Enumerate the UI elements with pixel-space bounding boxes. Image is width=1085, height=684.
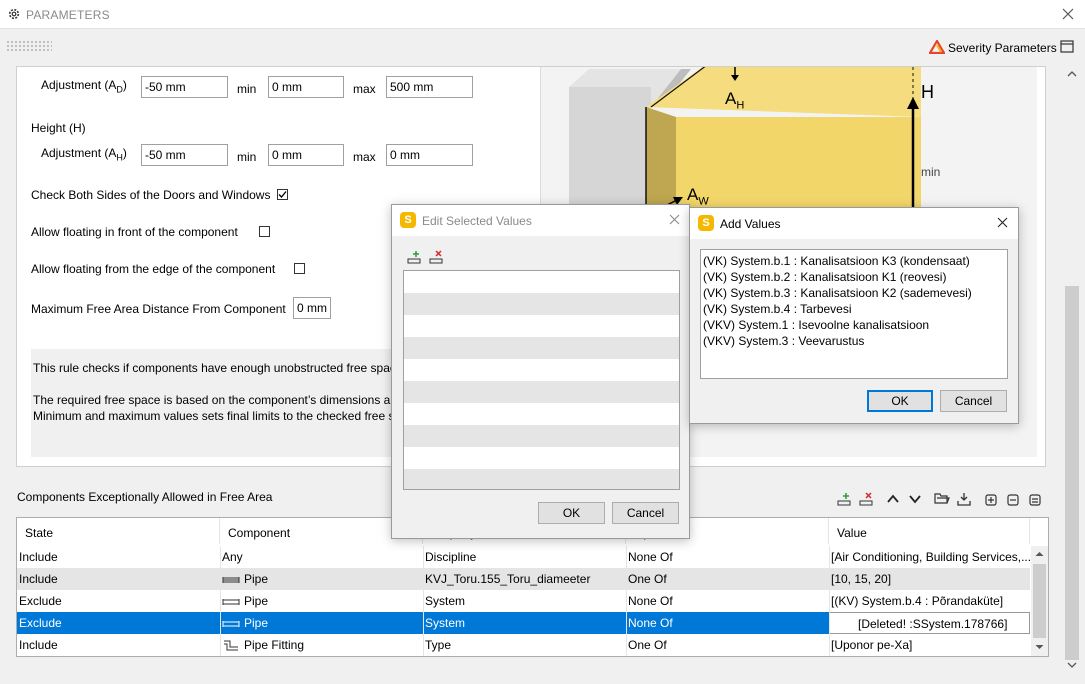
diagram-label-aw: AW [687, 185, 709, 208]
diagram-drawing [569, 67, 921, 227]
move-down-icon[interactable] [906, 492, 924, 508]
scroll-up-icon[interactable] [1067, 71, 1077, 77]
severity-parameters-link[interactable]: Severity Parameters [948, 41, 1057, 55]
close-icon[interactable] [669, 214, 680, 225]
remove-value-icon[interactable] [429, 250, 445, 264]
adjustment-d-input[interactable]: -50 mm [141, 76, 228, 98]
clear-group-icon[interactable] [1026, 492, 1044, 508]
severity-icon [929, 40, 945, 54]
max-label: max [353, 82, 376, 96]
table-row[interactable]: Include Pipe Fitting Type One Of [Uponor… [17, 634, 1030, 656]
edit-selected-values-dialog: S Edit Selected Values OK Cancel [391, 204, 690, 539]
drag-grip[interactable] [6, 40, 52, 52]
column-header-state[interactable]: State [17, 518, 220, 544]
list-item[interactable]: (VKV) System.1 : Isevoolne kanalisatsioo… [703, 317, 1005, 333]
pipe-icon [222, 598, 240, 605]
max-free-area-input[interactable]: 0 mm [293, 297, 331, 319]
close-icon[interactable] [997, 217, 1008, 228]
move-up-icon[interactable] [884, 492, 902, 508]
add-row-icon[interactable] [836, 492, 854, 508]
min-label: min [237, 82, 257, 96]
check-both-sides-checkbox[interactable] [277, 189, 288, 200]
main-scrollbar[interactable] [1063, 66, 1081, 668]
open-folder-icon[interactable] [933, 492, 951, 508]
cancel-button[interactable]: Cancel [940, 390, 1007, 412]
table-row[interactable]: Include Any Discipline None Of [Air Cond… [17, 546, 1030, 568]
allow-floating-front-checkbox[interactable] [259, 226, 270, 237]
list-item[interactable]: (VK) System.b.4 : Tarbevesi [703, 301, 1005, 317]
scroll-down-icon[interactable] [1067, 662, 1077, 668]
window-title: PARAMETERS [26, 8, 110, 22]
main-scrollbar-thumb[interactable] [1065, 286, 1079, 660]
column-header-value[interactable]: Value [829, 518, 1030, 544]
min-label: min [237, 150, 257, 164]
title-bar: PARAMETERS [0, 0, 1085, 29]
diagram-label-ah: AH [725, 89, 745, 112]
dialog-body: (VK) System.b.1 : Kanalisatsioon K3 (kon… [690, 239, 1018, 423]
table-row-selected[interactable]: Exclude Pipe System None Of [Deleted! :S… [17, 612, 1030, 634]
add-group-icon[interactable] [982, 492, 1000, 508]
diagram-label-h: H [921, 82, 934, 102]
available-values-list[interactable]: (VK) System.b.1 : Kanalisatsioon K3 (kon… [700, 249, 1008, 379]
allow-floating-edge-checkbox[interactable] [294, 263, 305, 274]
cancel-button[interactable]: Cancel [612, 502, 679, 524]
allow-floating-front-label: Allow floating in front of the component [31, 225, 238, 239]
table-scrollbar[interactable] [1031, 546, 1048, 656]
max-label: max [353, 150, 376, 164]
selected-values-list[interactable] [403, 270, 680, 490]
adjustment-d-max-input[interactable]: 500 mm [386, 76, 473, 98]
pipe-fitting-icon [224, 640, 238, 651]
adjustment-d-label: Adjustment (AD) [41, 78, 127, 95]
download-icon[interactable] [955, 492, 973, 508]
allow-floating-edge-label: Allow floating from the edge of the comp… [31, 262, 276, 276]
table-scrollbar-thumb[interactable] [1033, 564, 1046, 638]
dialog-body: OK Cancel [392, 236, 689, 538]
adjustment-h-input[interactable]: -50 mm [141, 144, 228, 166]
app-logo-icon: S [400, 212, 416, 228]
ok-button[interactable]: OK [867, 390, 933, 412]
list-item[interactable]: (VK) System.b.2 : Kanalisatsioon K1 (reo… [703, 269, 1005, 285]
scroll-down-icon[interactable] [1035, 644, 1044, 650]
dialog-header: S Add Values [690, 208, 1018, 238]
check-both-sides-label: Check Both Sides of the Doors and Window… [31, 188, 271, 202]
pipe-icon [222, 620, 240, 627]
diagram-label-min: min [921, 165, 941, 179]
close-icon[interactable] [1062, 8, 1074, 20]
adjustment-h-max-input[interactable]: 0 mm [386, 144, 473, 166]
dialog-header: S Edit Selected Values [392, 205, 689, 235]
value-editor-cell[interactable]: [Deleted! :SSystem.178766] [829, 612, 1030, 634]
list-item[interactable]: (VK) System.b.3 : Kanalisatsioon K2 (sad… [703, 285, 1005, 301]
add-value-icon[interactable] [407, 250, 423, 264]
ok-button[interactable]: OK [538, 502, 605, 524]
height-label: Height (H) [31, 121, 86, 135]
pipe-icon [222, 576, 240, 583]
panel-toggle-icon[interactable] [1060, 40, 1074, 53]
app-logo-icon: S [698, 215, 714, 231]
gear-icon [8, 8, 20, 20]
remove-group-icon[interactable] [1004, 492, 1022, 508]
remove-row-icon[interactable] [858, 492, 876, 508]
scroll-up-icon[interactable] [1035, 551, 1044, 557]
adjustment-h-label: Adjustment (AH) [41, 146, 127, 163]
max-free-area-label: Maximum Free Area Distance From Componen… [31, 302, 286, 316]
dialog-title: Add Values [720, 217, 781, 231]
dialog-title: Edit Selected Values [422, 214, 532, 228]
list-item[interactable]: (VK) System.b.1 : Kanalisatsioon K3 (kon… [703, 253, 1005, 269]
add-values-dialog: S Add Values (VK) System.b.1 : Kanalisat… [689, 207, 1019, 424]
adjustment-h-min-input[interactable]: 0 mm [268, 144, 344, 166]
list-item[interactable]: (VKV) System.3 : Veevarustus [703, 333, 1005, 349]
adjustment-d-min-input[interactable]: 0 mm [268, 76, 344, 98]
check-icon [278, 191, 287, 198]
table-row[interactable]: Exclude Pipe System None Of [(KV) System… [17, 590, 1030, 612]
components-section-title: Components Exceptionally Allowed in Free… [17, 490, 273, 504]
table-row[interactable]: Include Pipe KVJ_Toru.155_Toru_diameeter… [17, 568, 1030, 590]
